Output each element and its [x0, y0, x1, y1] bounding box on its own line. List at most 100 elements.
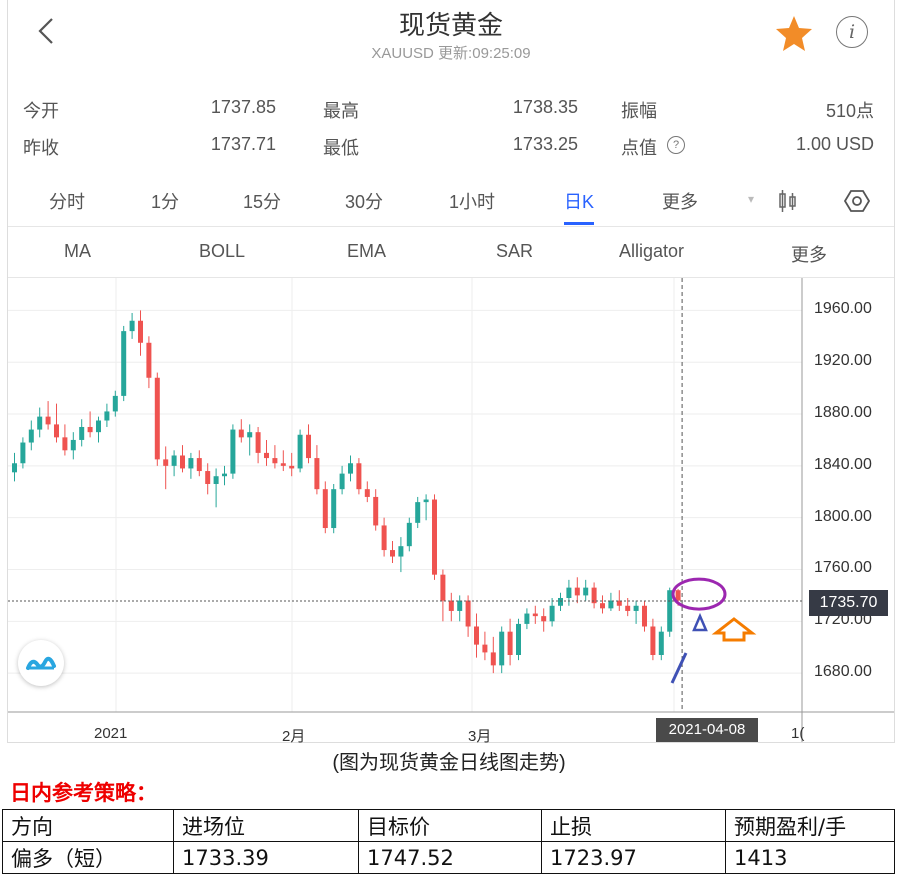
low-label: 最低 — [323, 138, 359, 158]
candle-body — [600, 603, 605, 609]
prev-close-label: 昨收 — [23, 138, 59, 158]
tab-1m[interactable]: 1分 — [151, 188, 179, 214]
candle-body — [264, 452, 269, 459]
candle-body — [213, 476, 219, 484]
header-cell: 预期盈利/手 — [725, 809, 895, 842]
candle-body — [87, 426, 93, 433]
table-cell: 1733.39 — [173, 841, 359, 874]
candle-body — [457, 600, 463, 611]
low-value: 1733.25 — [512, 134, 578, 154]
header: 现货黄金 XAUUSD 更新:09:25:09 i — [8, 0, 894, 70]
annotation-up-arrow — [711, 617, 757, 642]
current-price-tag: 1735.70 — [809, 590, 888, 616]
candle-body — [222, 473, 227, 477]
candle-body — [180, 455, 185, 469]
table-header-row: 方向 进场位 目标价 止损 预期盈利/手 — [2, 809, 895, 842]
indicator-boll[interactable]: BOLL — [199, 241, 245, 262]
candle-body — [490, 652, 496, 666]
tab-15m[interactable]: 15分 — [243, 188, 281, 214]
x-tick-label: 2月 — [282, 728, 306, 745]
x-tick-label: 1( — [791, 725, 805, 742]
candle-body — [432, 499, 437, 575]
tab-daily[interactable]: 日K — [564, 188, 594, 214]
candle-body — [608, 600, 614, 609]
candle-body — [625, 605, 631, 611]
header-cell: 止损 — [541, 809, 726, 842]
candle-body — [415, 502, 421, 523]
indicator-ema[interactable]: EMA — [347, 241, 386, 262]
tab-30m[interactable]: 30分 — [345, 188, 383, 214]
candle-body — [196, 458, 202, 472]
price-chart[interactable]: 1960.00 1920.00 1880.00 1840.00 1800.00 1760.… — [8, 278, 894, 745]
candle-body — [129, 320, 135, 332]
candle-body — [104, 411, 110, 421]
candle-body — [112, 395, 118, 412]
y-tick-label: 1680.00 — [814, 663, 872, 681]
candle-body — [642, 605, 647, 627]
settings-hexagon-icon[interactable] — [843, 188, 871, 219]
candle-body — [373, 496, 379, 526]
page-title: 现货黄金 — [398, 10, 503, 40]
divider — [8, 226, 894, 227]
candle-body — [633, 605, 639, 611]
candle-body — [675, 590, 681, 601]
candle-body — [448, 600, 454, 611]
indicator-alligator[interactable]: Alligator — [619, 241, 684, 262]
candle-body — [121, 331, 127, 396]
candle-body — [465, 600, 471, 627]
y-tick-label: 1960.00 — [814, 300, 872, 318]
star-icon[interactable] — [774, 14, 814, 54]
candle-body — [583, 587, 589, 596]
candle-body — [331, 489, 337, 529]
candle-body — [398, 546, 404, 557]
info-icon[interactable]: i — [836, 16, 868, 48]
y-tick-label: 1920.00 — [814, 352, 872, 370]
candle-body — [163, 459, 169, 466]
candle-body — [138, 320, 143, 343]
indicator-sar[interactable]: SAR — [496, 241, 533, 262]
tab-1h[interactable]: 1小时 — [449, 188, 495, 214]
wave-logo-icon[interactable] — [18, 640, 64, 686]
help-icon[interactable]: ? — [667, 136, 685, 154]
candle-body — [339, 473, 345, 490]
candle-body — [516, 623, 521, 655]
chart-type-icon[interactable] — [778, 190, 798, 217]
candlestick-chart[interactable] — [8, 278, 894, 742]
candle-body — [650, 626, 656, 655]
crosshair-date-tag: 2021-04-08 — [656, 718, 758, 742]
candle-body — [280, 463, 286, 466]
candle-body — [667, 590, 673, 632]
y-tick-label: 1880.00 — [814, 404, 872, 422]
table-row: 偏多（短） 1733.39 1747.52 1723.97 1413 — [2, 841, 895, 874]
candle-body — [171, 455, 177, 466]
dropdown-arrow-icon[interactable]: ▾ — [748, 192, 754, 206]
y-tick-label: 1800.00 — [814, 507, 872, 525]
candle-body — [406, 522, 412, 547]
candle-body — [356, 463, 362, 490]
candle-body — [440, 574, 446, 601]
x-tick-label: 2021 — [94, 725, 128, 742]
candle-body — [79, 426, 85, 440]
candle-body — [62, 437, 68, 451]
candle-body — [507, 631, 513, 655]
point-value: 1.00 USD — [795, 134, 874, 154]
candle-body — [658, 631, 664, 655]
indicator-ma[interactable]: MA — [64, 241, 91, 262]
tab-timeshare[interactable]: 分时 — [49, 188, 85, 214]
chart-caption: (图为现货黄金日线图走势) — [332, 752, 566, 774]
candle-body — [381, 525, 387, 551]
candle-body — [70, 439, 76, 451]
y-tick-label: 1760.00 — [814, 559, 872, 577]
candle-body — [289, 465, 295, 469]
range-label: 振幅 — [621, 101, 657, 121]
candle-body — [272, 458, 278, 464]
candle-body — [574, 587, 580, 596]
table-cell: 1747.52 — [358, 841, 542, 874]
candle-body — [549, 605, 555, 622]
tab-more[interactable]: 更多 — [662, 188, 698, 214]
indicator-more[interactable]: 更多 — [791, 241, 827, 267]
strategy-title: 日内参考策略： — [10, 782, 157, 805]
annotation-triangle — [692, 612, 708, 632]
candle-body — [146, 342, 152, 378]
candle-body — [37, 416, 43, 430]
